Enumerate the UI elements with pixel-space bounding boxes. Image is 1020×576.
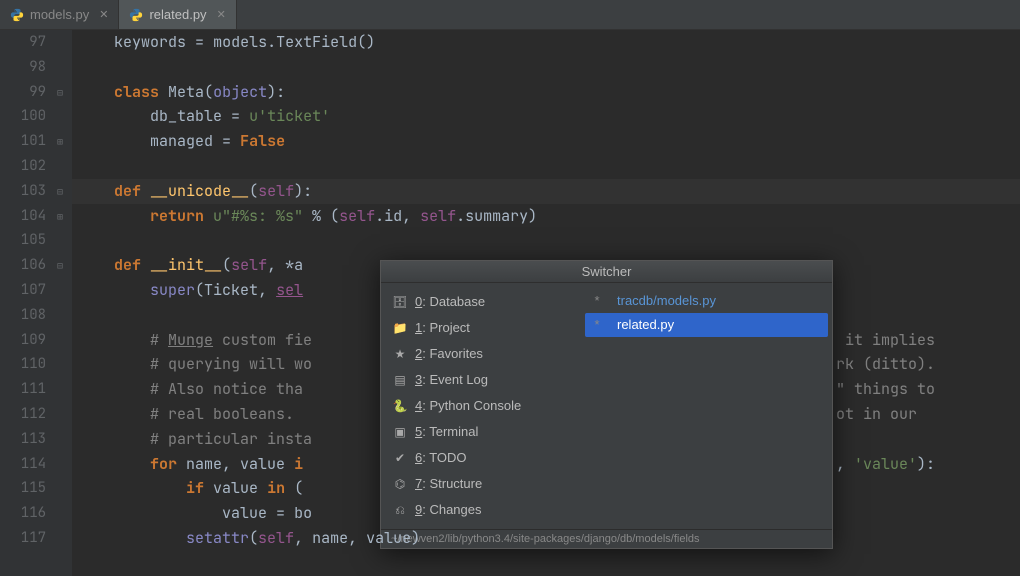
switcher-file-item[interactable]: * tracdb/models.py [585, 289, 828, 313]
line-number: 103 [0, 179, 46, 204]
switcher-item-label: 6: TODO [415, 447, 467, 469]
fold-toggle-icon[interactable]: ⊟ [57, 261, 67, 271]
switcher-toolwindows: 🗄 0: Database 📁 1: Project ★ 2: Favorites ▤ 3: … [381, 283, 581, 529]
line-number: 99 [0, 80, 46, 105]
switcher-toolwindow-item[interactable]: 📁 1: Project [381, 315, 581, 341]
line-number: 110 [0, 352, 46, 377]
log-icon: ▤ [393, 369, 407, 391]
switcher-item-label: 3: Event Log [415, 369, 488, 391]
line-number: 113 [0, 427, 46, 452]
line-number: 106 [0, 253, 46, 278]
switcher-toolwindow-item[interactable]: 🐍 4: Python Console [381, 393, 581, 419]
modified-indicator-icon: * [593, 290, 601, 312]
fold-toggle-icon[interactable]: ⊟ [57, 187, 67, 197]
switcher-item-label: 1: Project [415, 317, 470, 339]
switcher-item-label: 4: Python Console [415, 395, 521, 417]
folder-icon: 📁 [393, 317, 407, 339]
line-number: 97 [0, 30, 46, 55]
line-number: 115 [0, 476, 46, 501]
switcher-toolwindow-item[interactable]: ▣ 5: Terminal [381, 419, 581, 445]
line-number: 101 [0, 129, 46, 154]
line-number: 117 [0, 526, 46, 551]
term-icon: ▣ [393, 421, 407, 443]
line-number-gutter: 9798991001011021031041051061071081091101… [0, 30, 54, 576]
switcher-toolwindow-item[interactable]: ⌬ 7: Structure [381, 471, 581, 497]
fold-gutter: ⊟ ⊞ ⊟ ⊞ ⊟ [54, 30, 72, 576]
line-number: 105 [0, 228, 46, 253]
line-number: 102 [0, 154, 46, 179]
switcher-item-label: 2: Favorites [415, 343, 483, 365]
switcher-item-label: 9: Changes [415, 499, 482, 521]
python-file-icon [10, 8, 24, 22]
switcher-files: * tracdb/models.py * related.py [581, 283, 832, 529]
switcher-item-label: 7: Structure [415, 473, 482, 495]
line-number: 109 [0, 328, 46, 353]
editor-tabbar: models.py ✕ related.py ✕ [0, 0, 1020, 30]
line-number: 108 [0, 303, 46, 328]
line-number: 112 [0, 402, 46, 427]
struct-icon: ⌬ [393, 473, 407, 495]
line-number: 114 [0, 452, 46, 477]
python-file-icon [129, 8, 143, 22]
close-icon[interactable]: ✕ [217, 8, 226, 21]
switcher-file-label: related.py [617, 314, 674, 336]
switcher-item-label: 0: Database [415, 291, 485, 313]
switcher-popup: Switcher 🗄 0: Database 📁 1: Project ★ 2: Favo… [380, 260, 833, 549]
py-icon: 🐍 [393, 395, 407, 417]
tab-label: related.py [149, 7, 206, 22]
switcher-item-label: 5: Terminal [415, 421, 478, 443]
switcher-toolwindow-item[interactable]: ✔ 6: TODO [381, 445, 581, 471]
line-number: 116 [0, 501, 46, 526]
close-icon[interactable]: ✕ [99, 8, 108, 21]
line-number: 111 [0, 377, 46, 402]
vcs-icon: ⎌ [393, 499, 407, 521]
fold-toggle-icon[interactable]: ⊞ [57, 137, 67, 147]
line-number: 98 [0, 55, 46, 80]
switcher-title: Switcher [381, 261, 832, 283]
todo-icon: ✔ [393, 447, 407, 469]
fold-toggle-icon[interactable]: ⊟ [57, 88, 67, 98]
fold-toggle-icon[interactable]: ⊞ [57, 212, 67, 222]
switcher-toolwindow-item[interactable]: ▤ 3: Event Log [381, 367, 581, 393]
switcher-footer-path: ~/newven2/lib/python3.4/site-packages/dj… [381, 529, 832, 548]
modified-indicator-icon: * [593, 314, 601, 336]
tab-label: models.py [30, 7, 89, 22]
line-number: 107 [0, 278, 46, 303]
db-icon: 🗄 [393, 291, 407, 313]
switcher-toolwindow-item[interactable]: ★ 2: Favorites [381, 341, 581, 367]
line-number: 104 [0, 204, 46, 229]
editor-tab[interactable]: models.py ✕ [0, 0, 119, 29]
switcher-toolwindow-item[interactable]: 🗄 0: Database [381, 289, 581, 315]
star-icon: ★ [393, 343, 407, 365]
editor-tab[interactable]: related.py ✕ [119, 0, 236, 29]
switcher-file-item[interactable]: * related.py [585, 313, 828, 337]
line-number: 100 [0, 104, 46, 129]
switcher-file-label: tracdb/models.py [617, 290, 716, 312]
switcher-toolwindow-item[interactable]: ⎌ 9: Changes [381, 497, 581, 523]
